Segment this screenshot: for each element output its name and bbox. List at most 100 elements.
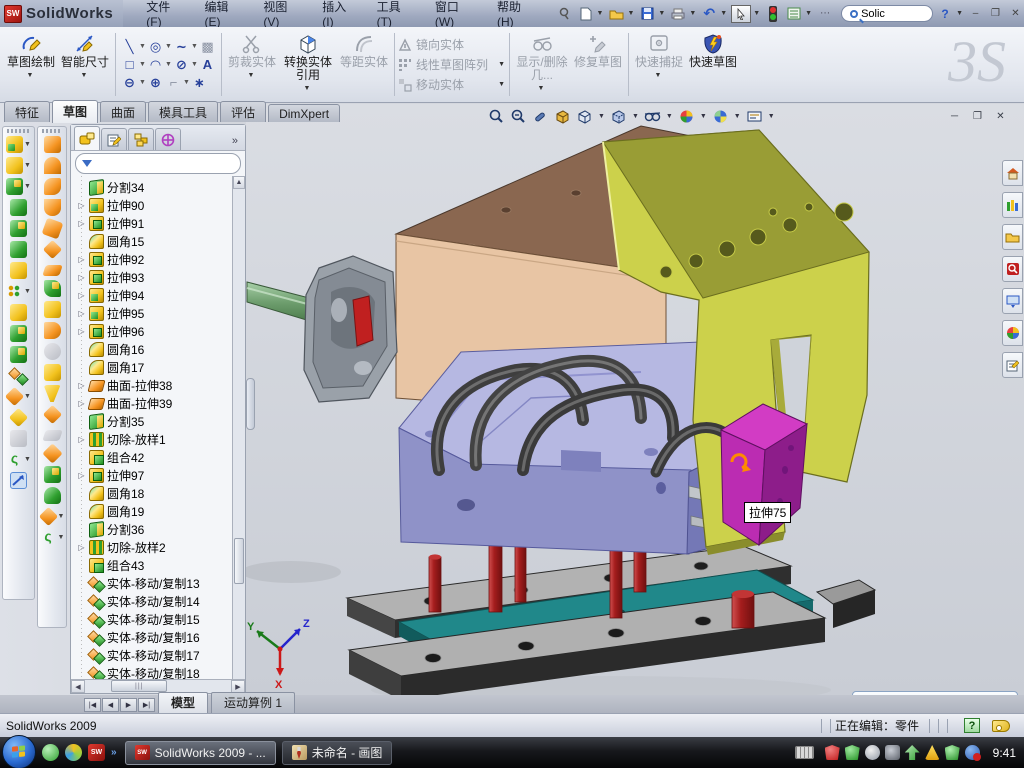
tree-item[interactable]: ▷拉伸93 [77, 268, 245, 286]
configuration-manager-tab[interactable] [128, 128, 154, 150]
linear-pattern-icon[interactable] [6, 283, 23, 300]
expander-icon[interactable]: ▷ [77, 273, 86, 282]
expander-icon[interactable]: ▷ [77, 327, 86, 336]
spline-icon[interactable]: ∼ [173, 38, 190, 55]
new-document-icon[interactable] [577, 5, 595, 23]
hole-wizard-icon[interactable] [10, 262, 27, 279]
smart-dimension-button[interactable]: 智能尺寸 ▼ [58, 29, 112, 100]
combine-icon[interactable] [10, 325, 27, 342]
appearances-icon[interactable] [678, 108, 695, 125]
dropdown-arrow-icon[interactable]: ▼ [753, 10, 760, 17]
cavity-icon[interactable] [44, 487, 61, 504]
instant3d-icon[interactable] [10, 472, 27, 489]
tree-horizontal-scrollbar[interactable]: ◀ ||| ▶ [71, 679, 245, 693]
model-tab[interactable]: 模型 [158, 692, 208, 713]
move-copy-body-icon[interactable] [10, 367, 27, 384]
expander-icon[interactable]: ▷ [77, 381, 86, 390]
feature-tree-tab[interactable] [74, 126, 100, 150]
taskbar-clock[interactable]: 9:41 [993, 746, 1016, 760]
dropdown-arrow-icon[interactable]: ▼ [658, 10, 665, 17]
tab-surfaces[interactable]: 曲面 [100, 101, 146, 122]
dropdown-arrow-icon[interactable]: ▼ [183, 79, 190, 86]
rapid-sketch-button[interactable]: 快速草图 [686, 29, 740, 100]
dropdown-arrow-icon[interactable]: ▼ [734, 113, 741, 120]
appearances-ball-icon[interactable] [1002, 320, 1023, 346]
keyboard-layout-icon[interactable] [795, 746, 814, 759]
doc-restore-icon[interactable]: ❐ [969, 109, 986, 124]
file-explorer-icon[interactable] [1002, 224, 1023, 250]
dropdown-arrow-icon[interactable]: ▼ [58, 513, 65, 520]
zoom-fit-icon[interactable] [488, 108, 505, 125]
display-style-icon[interactable] [610, 108, 627, 125]
delete-face-icon[interactable] [44, 343, 61, 360]
dropdown-arrow-icon[interactable]: ▼ [304, 82, 311, 95]
shutoff-surface-icon[interactable] [42, 405, 61, 424]
rebuild-traffic-light-icon[interactable] [764, 5, 782, 23]
pin-icon[interactable] [556, 5, 574, 23]
expand-chevron-icon[interactable]: » [111, 747, 117, 758]
line-icon[interactable]: ╲ [121, 38, 138, 55]
offset-surface-icon[interactable] [42, 265, 63, 276]
slot-icon[interactable]: ⊖ [121, 74, 138, 91]
dropdown-arrow-icon[interactable]: ▼ [768, 113, 775, 120]
volume-icon[interactable] [885, 745, 900, 760]
annotation-views-icon[interactable] [746, 108, 763, 125]
expander-icon[interactable]: ▷ [77, 471, 86, 480]
swept-surface-icon[interactable] [44, 178, 61, 195]
dropdown-arrow-icon[interactable]: ▼ [139, 43, 146, 50]
arc-icon[interactable]: ◠ [147, 56, 164, 73]
tree-item[interactable]: ▷曲面-拉伸38 [77, 376, 245, 394]
dropdown-arrow-icon[interactable]: ▼ [720, 10, 727, 17]
curve-icon[interactable]: ς [6, 451, 23, 468]
doc-minimize-icon[interactable]: ─ [946, 109, 963, 124]
parting-surface-icon[interactable] [42, 430, 63, 441]
scroll-left-icon[interactable]: ◀ [71, 680, 85, 693]
open-icon[interactable] [607, 5, 625, 23]
protection-plus-icon[interactable] [945, 745, 960, 760]
tree-item[interactable]: ▷拉伸92 [77, 250, 245, 268]
tree-item[interactable]: ▷拉伸97 [77, 466, 245, 484]
shell-icon[interactable] [10, 220, 27, 237]
scrollbar-thumb[interactable] [234, 538, 244, 584]
dropdown-arrow-icon[interactable]: ▼ [165, 43, 172, 50]
rib-icon[interactable] [10, 304, 27, 321]
dropdown-arrow-icon[interactable]: ▼ [24, 141, 31, 148]
text-icon[interactable]: A [199, 56, 216, 73]
split-icon[interactable] [10, 346, 27, 363]
tree-item[interactable]: 分割35 [77, 412, 245, 430]
tab-sketch[interactable]: 草图 [52, 100, 98, 123]
spline-tool-icon[interactable]: ς [40, 529, 57, 546]
dimxpert-manager-tab[interactable] [155, 128, 181, 150]
close-icon[interactable]: ✕ [1007, 6, 1024, 21]
expander-icon[interactable]: ▷ [77, 291, 86, 300]
property-manager-tab[interactable] [101, 128, 127, 150]
view-palette-icon[interactable] [1002, 288, 1023, 314]
dropdown-arrow-icon[interactable]: ▼ [805, 10, 812, 17]
extruded-boss-icon[interactable] [6, 136, 23, 153]
lofted-surface-icon[interactable] [44, 199, 61, 216]
ruled-surface-icon[interactable] [44, 280, 61, 297]
scrollbar-thumb[interactable]: ||| [111, 680, 167, 692]
tree-item[interactable]: ▷拉伸91 [77, 214, 245, 232]
dropdown-arrow-icon[interactable]: ▼ [191, 43, 198, 50]
security-alert-icon[interactable] [825, 745, 840, 760]
tree-item[interactable]: 实体-移动/复制16 [77, 628, 245, 646]
tree-vertical-scrollbar[interactable]: ▲ [232, 176, 245, 679]
search-input[interactable] [861, 8, 921, 20]
parting-line-icon[interactable] [44, 385, 61, 402]
graphics-area[interactable]: Y Z X [246, 104, 1024, 695]
dropdown-arrow-icon[interactable]: ▼ [81, 69, 88, 82]
dropdown-arrow-icon[interactable]: ▼ [24, 393, 31, 400]
custom-properties-icon[interactable] [1002, 352, 1023, 378]
scrollbar-track[interactable]: ||| [85, 680, 231, 693]
search-box[interactable] [841, 5, 933, 22]
dropdown-arrow-icon[interactable]: ▼ [139, 79, 146, 86]
panel-splitter-handle[interactable] [246, 378, 255, 430]
tree-filter-box[interactable] [75, 153, 241, 174]
resources-home-icon[interactable] [1002, 160, 1023, 186]
planar-surface-icon[interactable] [42, 240, 61, 259]
updater-icon[interactable] [905, 745, 920, 760]
antivirus-shield-icon[interactable] [845, 745, 860, 760]
save-icon[interactable] [638, 5, 656, 23]
dropdown-arrow-icon[interactable]: ▼ [598, 113, 605, 120]
